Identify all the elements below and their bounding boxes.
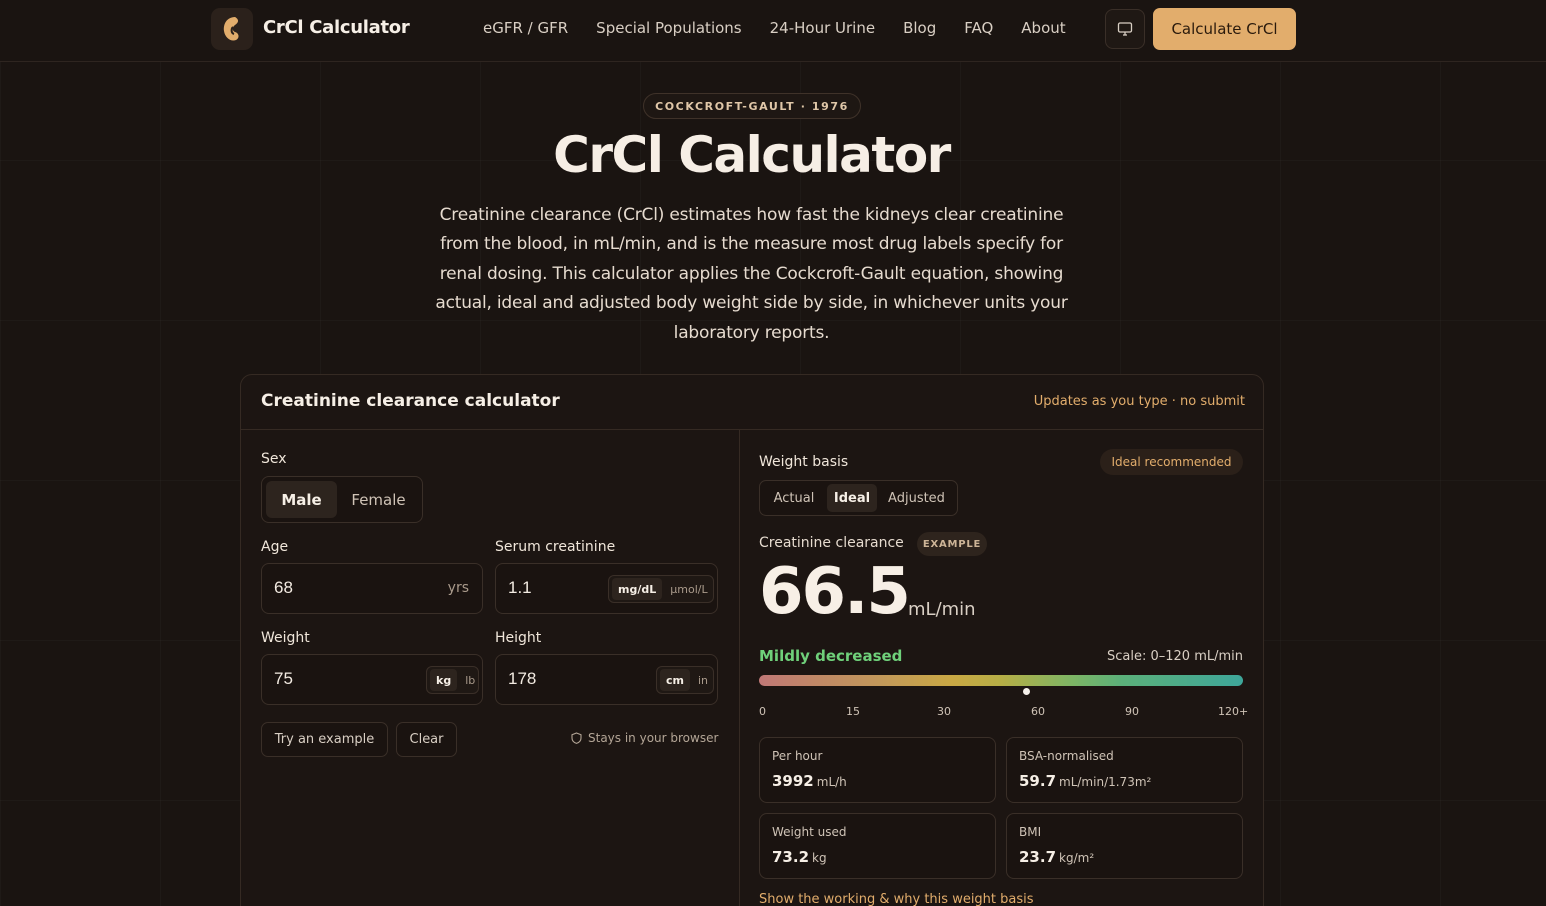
unit-in-option[interactable]: in <box>692 669 714 691</box>
weight-basis-adjusted[interactable]: Adjusted <box>879 484 954 512</box>
clearance-value: 66.5 <box>759 555 911 629</box>
shield-icon <box>571 732 582 744</box>
weight-label: Weight <box>261 630 310 646</box>
privacy-text: Stays in your browser <box>588 731 719 745</box>
unit-umol-option[interactable]: μmol/L <box>664 578 713 600</box>
stat-label: Per hour <box>772 749 823 763</box>
height-unit-toggle: cm in <box>656 666 714 694</box>
height-label: Height <box>495 630 542 646</box>
weight-unit-toggle: kg lb <box>426 666 479 694</box>
example-badge: EXAMPLE <box>917 532 987 556</box>
kidney-logo-icon[interactable] <box>211 8 253 50</box>
column-divider <box>739 430 740 906</box>
creatinine-label: Serum creatinine <box>495 539 616 555</box>
privacy-note: Stays in your browser <box>571 731 718 745</box>
show-working-link[interactable]: Show the working & why this weight basis <box>759 892 1034 906</box>
height-input[interactable] <box>508 669 628 689</box>
creatinine-field[interactable]: mg/dL μmol/L <box>495 563 718 614</box>
stat-per-hour: Per hour 3992 mL/h <box>759 737 996 803</box>
monitor-icon <box>1117 22 1133 36</box>
scale-tick: 120+ <box>1218 705 1249 718</box>
unit-mgdl-option[interactable]: mg/dL <box>612 578 663 600</box>
brand-name[interactable]: CrCl Calculator <box>263 17 410 38</box>
unit-lb-option[interactable]: lb <box>459 669 481 691</box>
nav-link-faq[interactable]: FAQ <box>964 19 993 37</box>
unit-kg-option[interactable]: kg <box>430 669 458 691</box>
theme-toggle-button[interactable] <box>1105 9 1145 49</box>
clearance-scale-bar <box>759 675 1243 686</box>
scale-tick: 15 <box>846 705 860 718</box>
age-label: Age <box>261 539 289 555</box>
calculator-card: Creatinine clearance calculator Updates … <box>240 374 1264 906</box>
weight-basis-label: Weight basis <box>759 454 849 470</box>
clearance-unit: mL/min <box>908 599 976 620</box>
stat-bmi: BMI 23.7 kg/m² <box>1006 813 1243 879</box>
weight-basis-actual[interactable]: Actual <box>763 484 825 512</box>
stat-label: Weight used <box>772 825 847 839</box>
nav-link-special-populations[interactable]: Special Populations <box>596 19 741 37</box>
nav-links: eGFR / GFR Special Populations 24-Hour U… <box>483 19 1066 37</box>
status-badge: Mildly decreased <box>759 647 903 665</box>
scale-note: Scale: 0–120 mL/min <box>1106 649 1243 664</box>
sex-selector: Male Female <box>261 476 423 523</box>
creatinine-input[interactable] <box>508 578 598 598</box>
clearance-label: Creatinine clearance <box>759 535 904 551</box>
stat-value: 3992 mL/h <box>772 772 847 790</box>
scale-tick: 60 <box>1031 705 1045 718</box>
hero-description: Creatinine clearance (CrCl) estimates ho… <box>435 205 1068 343</box>
stat-bsa-normalised: BSA-normalised 59.7 mL/min/1.73m² <box>1006 737 1243 803</box>
calculator-title: Creatinine clearance calculator <box>261 391 560 411</box>
nav-link-blog[interactable]: Blog <box>903 19 936 37</box>
nav-link-24-hour-urine[interactable]: 24-Hour Urine <box>770 19 875 37</box>
try-example-button[interactable]: Try an example <box>261 722 388 757</box>
hero-eyebrow: COCKCROFT-GAULT · 1976 <box>643 93 861 119</box>
nav-link-egfr[interactable]: eGFR / GFR <box>483 19 568 37</box>
sex-label: Sex <box>261 451 287 467</box>
live-update-note: Updates as you type · no submit <box>1033 394 1245 409</box>
creatinine-unit-toggle: mg/dL μmol/L <box>608 575 714 603</box>
calculate-crcl-button[interactable]: Calculate CrCl <box>1153 8 1296 50</box>
sex-option-female[interactable]: Female <box>339 481 418 518</box>
stat-value: 73.2 kg <box>772 848 827 866</box>
age-field[interactable]: yrs <box>261 563 483 614</box>
weight-basis-ideal[interactable]: Ideal <box>827 484 877 512</box>
unit-cm-option[interactable]: cm <box>660 669 690 691</box>
card-header: Creatinine clearance calculator Updates … <box>241 375 1263 430</box>
weight-basis-selector: Actual Ideal Adjusted <box>759 480 958 516</box>
sex-option-male[interactable]: Male <box>266 481 338 518</box>
scale-tick: 90 <box>1125 705 1139 718</box>
height-field[interactable]: cm in <box>495 654 718 705</box>
scale-tick: 30 <box>937 705 951 718</box>
clear-button[interactable]: Clear <box>396 722 457 757</box>
stat-label: BMI <box>1019 825 1042 839</box>
scale-tick: 0 <box>759 705 766 718</box>
stat-label: BSA-normalised <box>1019 749 1114 763</box>
scale-marker <box>1021 687 1031 696</box>
weight-input[interactable] <box>274 669 394 689</box>
stat-weight-used: Weight used 73.2 kg <box>759 813 996 879</box>
weight-field[interactable]: kg lb <box>261 654 483 705</box>
top-nav: CrCl Calculator eGFR / GFR Special Popul… <box>0 0 1546 62</box>
ideal-recommended-badge: Ideal recommended <box>1100 449 1243 475</box>
age-unit: yrs <box>447 580 469 596</box>
page-title: CrCl Calculator <box>553 126 951 184</box>
stat-value: 59.7 mL/min/1.73m² <box>1019 772 1152 790</box>
nav-link-about[interactable]: About <box>1021 19 1065 37</box>
age-input[interactable] <box>274 578 394 598</box>
stat-value: 23.7 kg/m² <box>1019 848 1095 866</box>
